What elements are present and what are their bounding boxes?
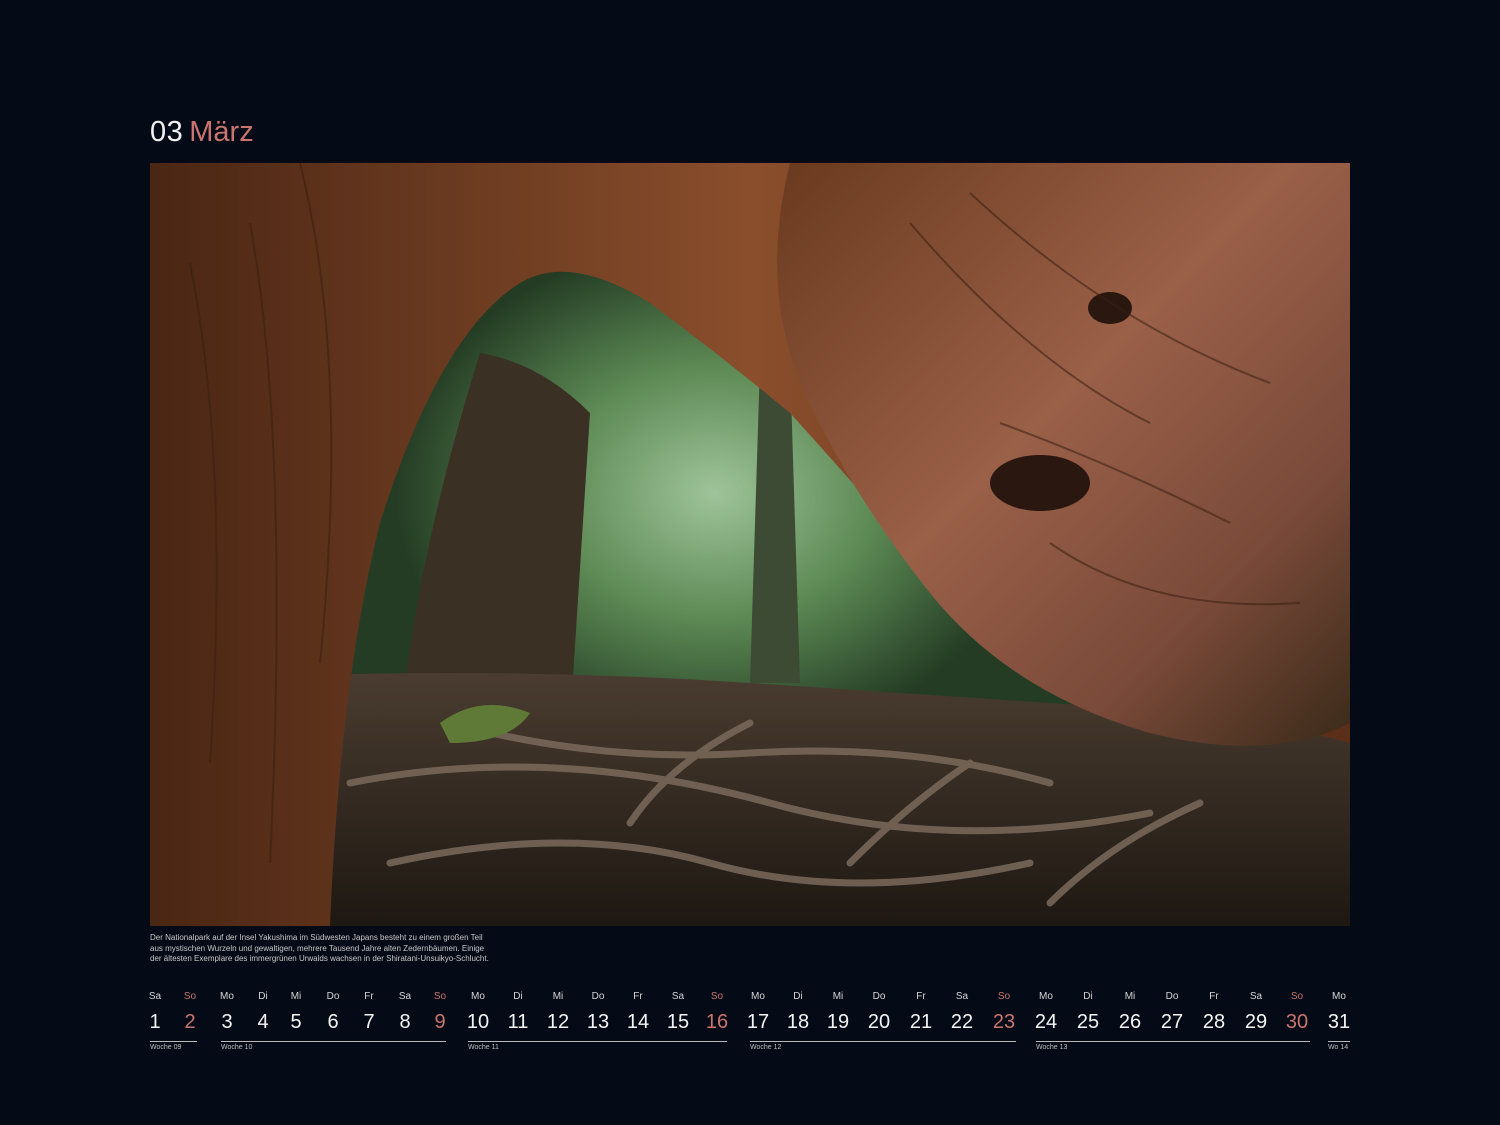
week-label: Woche 10	[221, 1044, 253, 1051]
weekday-label: So	[710, 991, 724, 1002]
day-number: 16	[705, 1011, 729, 1033]
week-separator	[150, 1041, 197, 1042]
forest-photo	[150, 163, 1350, 926]
weekday-label: Fr	[1209, 991, 1219, 1002]
weekday-label: Di	[513, 991, 523, 1002]
day-number: 2	[184, 1011, 196, 1033]
month-number: 03	[150, 116, 184, 148]
week-label: Woche 13	[1036, 1044, 1068, 1051]
day-number: 19	[826, 1011, 850, 1033]
day-number: 25	[1076, 1011, 1100, 1033]
weekday-label: Do	[326, 991, 340, 1002]
week-separator	[468, 1041, 727, 1042]
day-number: 5	[290, 1011, 302, 1033]
weekday-label: Mi	[290, 991, 302, 1002]
day-number: 3	[221, 1011, 233, 1033]
day-number: 9	[434, 1011, 446, 1033]
day-number: 7	[363, 1011, 375, 1033]
day-number: 18	[786, 1011, 810, 1033]
day-number: 1	[149, 1011, 161, 1033]
day-number: 24	[1034, 1011, 1058, 1033]
weekday-label: Mi	[552, 991, 564, 1002]
weekday-label: Sa	[148, 991, 162, 1002]
month-name: März	[189, 116, 254, 148]
day-number: 6	[327, 1011, 339, 1033]
week-separator	[221, 1041, 446, 1042]
day-number: 13	[586, 1011, 610, 1033]
weekday-label: Di	[1083, 991, 1093, 1002]
weekday-label: Mo	[471, 991, 485, 1002]
weekday-label: Mi	[1124, 991, 1136, 1002]
weekday-label: Sa	[955, 991, 969, 1002]
week-separator	[1036, 1041, 1310, 1042]
day-number: 28	[1202, 1011, 1226, 1033]
weekday-label: So	[997, 991, 1011, 1002]
week-label: Woche 09	[150, 1044, 182, 1051]
weekday-label: Do	[1165, 991, 1179, 1002]
weekday-label: Fr	[633, 991, 643, 1002]
day-number: 11	[507, 1011, 529, 1033]
photo-caption: Der Nationalpark auf der Insel Yakushima…	[150, 933, 530, 965]
weekday-label: So	[183, 991, 197, 1002]
day-number: 15	[666, 1011, 690, 1033]
day-number: 23	[992, 1011, 1016, 1033]
weekday-label: Sa	[1249, 991, 1263, 1002]
weekday-label: Sa	[398, 991, 412, 1002]
caption-line: Der Nationalpark auf der Insel Yakushima…	[150, 933, 483, 942]
day-number: 31	[1327, 1011, 1351, 1033]
caption-line: aus mystischen Wurzeln und gewaltigen, m…	[150, 943, 485, 953]
weekday-label: Fr	[916, 991, 926, 1002]
day-number: 26	[1118, 1011, 1142, 1033]
weekday-label: Mo	[220, 991, 234, 1002]
knot-hole-small	[1088, 292, 1132, 324]
day-number: 22	[950, 1011, 974, 1033]
week-separator	[1328, 1041, 1350, 1042]
day-number: 20	[867, 1011, 891, 1033]
week-separator	[750, 1041, 1016, 1042]
weekday-label: Mo	[1332, 991, 1346, 1002]
day-number: 27	[1160, 1011, 1184, 1033]
weekday-label: Mo	[1039, 991, 1053, 1002]
weekday-label: Do	[872, 991, 886, 1002]
day-number: 12	[546, 1011, 570, 1033]
weekday-label: Mi	[832, 991, 844, 1002]
caption-line: der ältesten Exemplare des immergrünen U…	[150, 954, 489, 963]
weekday-label: Di	[793, 991, 803, 1002]
day-number: 21	[909, 1011, 933, 1033]
day-number: 10	[466, 1011, 490, 1033]
weekday-label: Mo	[751, 991, 765, 1002]
weekday-label: Do	[591, 991, 605, 1002]
weekday-label: Fr	[364, 991, 374, 1002]
day-number: 30	[1285, 1011, 1309, 1033]
weekday-label: Sa	[671, 991, 685, 1002]
week-label: Woche 12	[750, 1044, 782, 1051]
week-label: Wo 14	[1328, 1044, 1349, 1051]
week-label: Woche 11	[468, 1044, 499, 1051]
day-number: 17	[746, 1011, 770, 1033]
day-number: 8	[399, 1011, 411, 1033]
day-number: 29	[1244, 1011, 1268, 1033]
knot-hole	[990, 455, 1090, 511]
day-number: 14	[626, 1011, 650, 1033]
weekday-label: So	[1290, 991, 1304, 1002]
weekday-label: So	[433, 991, 447, 1002]
month-title: 03 März	[150, 116, 254, 156]
